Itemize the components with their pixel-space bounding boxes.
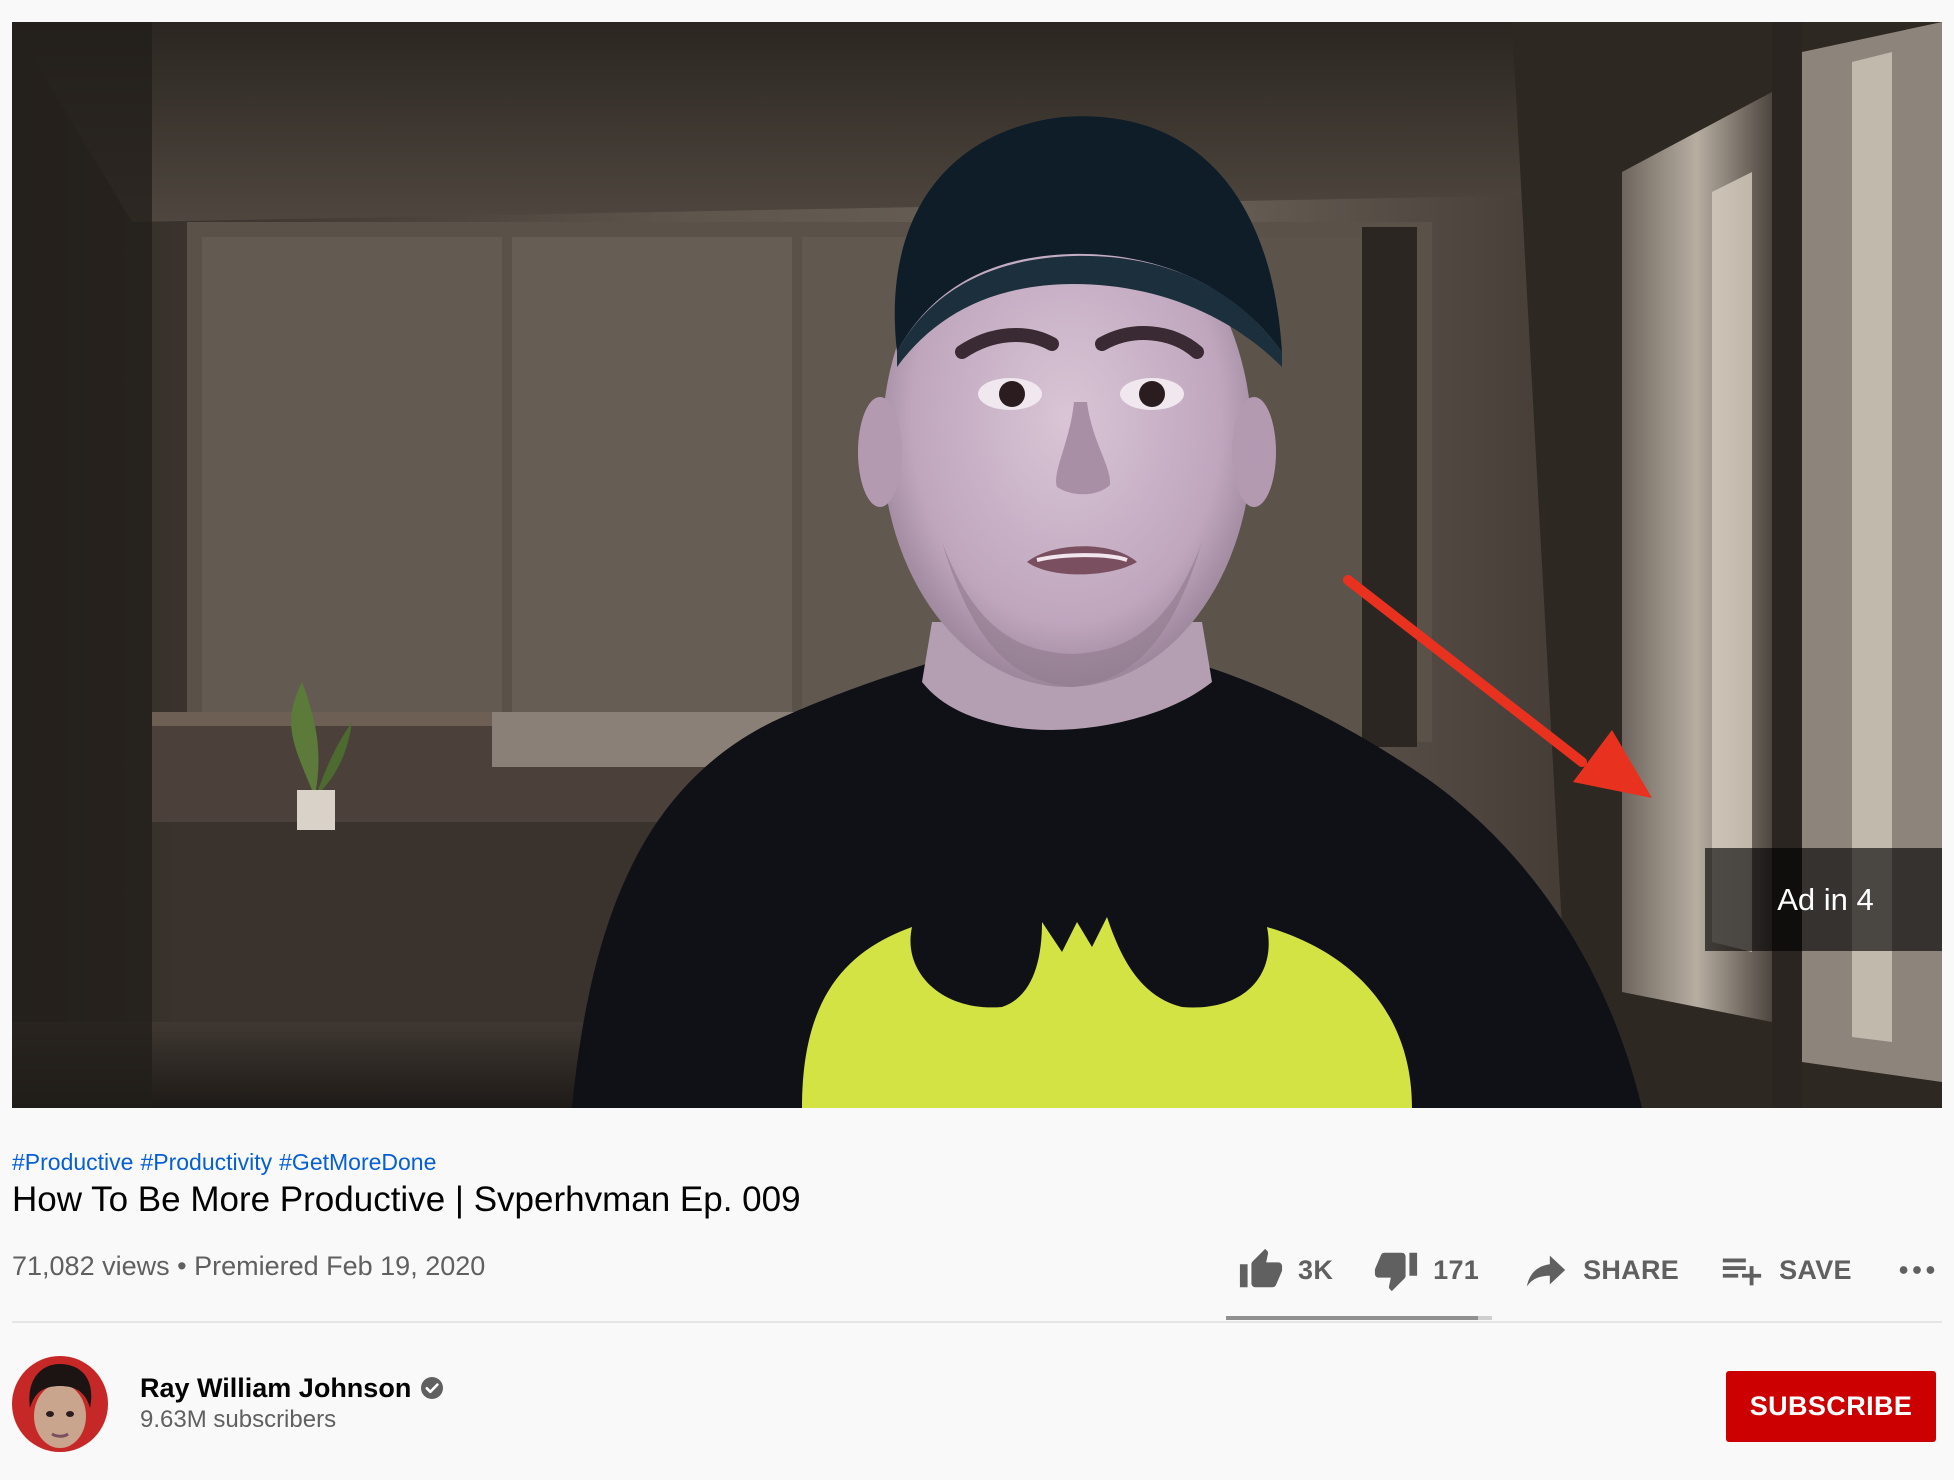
meta-separator: •	[177, 1251, 187, 1281]
channel-avatar[interactable]	[12, 1356, 108, 1452]
ad-countdown-label: Ad in 4	[1777, 881, 1874, 917]
video-meta: 71,082 views • Premiered Feb 19, 2020	[12, 1248, 485, 1284]
thumb-up-icon	[1239, 1248, 1283, 1288]
watch-page: Ad in 4 #Productive #Productivity #GetMore…	[0, 0, 1954, 1480]
like-ratio-fill	[1226, 1316, 1478, 1320]
avatar-image	[12, 1356, 108, 1452]
view-count: 71,082 views	[12, 1251, 170, 1281]
share-label: SHARE	[1583, 1254, 1680, 1285]
like-count: 3K	[1298, 1254, 1334, 1285]
playlist-add-icon	[1722, 1258, 1762, 1286]
video-title: How To Be More Productive | Svperhvman E…	[12, 1180, 801, 1219]
thumb-down-icon	[1375, 1252, 1418, 1292]
save-button[interactable]: SAVE	[1719, 1247, 1852, 1293]
share-arrow-icon	[1526, 1255, 1566, 1287]
channel-name[interactable]: Ray William Johnson	[140, 1373, 411, 1404]
channel-name-row: Ray William Johnson	[140, 1370, 444, 1406]
video-player[interactable]: Ad in 4	[12, 22, 1942, 1108]
more-actions-button[interactable]	[1894, 1247, 1940, 1293]
like-button[interactable]: 3K	[1238, 1247, 1333, 1293]
subscribe-button[interactable]: SUBSCRIBE	[1726, 1371, 1936, 1442]
like-dislike-ratio-bar	[1226, 1316, 1492, 1320]
more-horizontal-icon	[1899, 1266, 1935, 1274]
dislike-count: 171	[1433, 1254, 1480, 1285]
premiere-date: Premiered Feb 19, 2020	[194, 1251, 486, 1281]
video-actions: 3K 171 SHARE SAVE	[1230, 1244, 1940, 1296]
hashtag-link[interactable]: #GetMoreDone	[279, 1149, 436, 1175]
share-button[interactable]: SHARE	[1523, 1247, 1679, 1293]
section-divider	[12, 1321, 1942, 1323]
video-frame	[12, 22, 1942, 1108]
hashtag-link[interactable]: #Productive	[12, 1149, 133, 1175]
dislike-button[interactable]: 171	[1373, 1247, 1479, 1293]
verified-check-icon	[420, 1376, 444, 1400]
hashtag-link[interactable]: #Productivity	[140, 1149, 272, 1175]
hashtag-list: #Productive #Productivity #GetMoreDone	[12, 1148, 443, 1176]
save-label: SAVE	[1779, 1254, 1852, 1285]
subscriber-count: 9.63M subscribers	[140, 1406, 337, 1433]
ad-countdown-badge[interactable]: Ad in 4	[1705, 848, 1942, 951]
